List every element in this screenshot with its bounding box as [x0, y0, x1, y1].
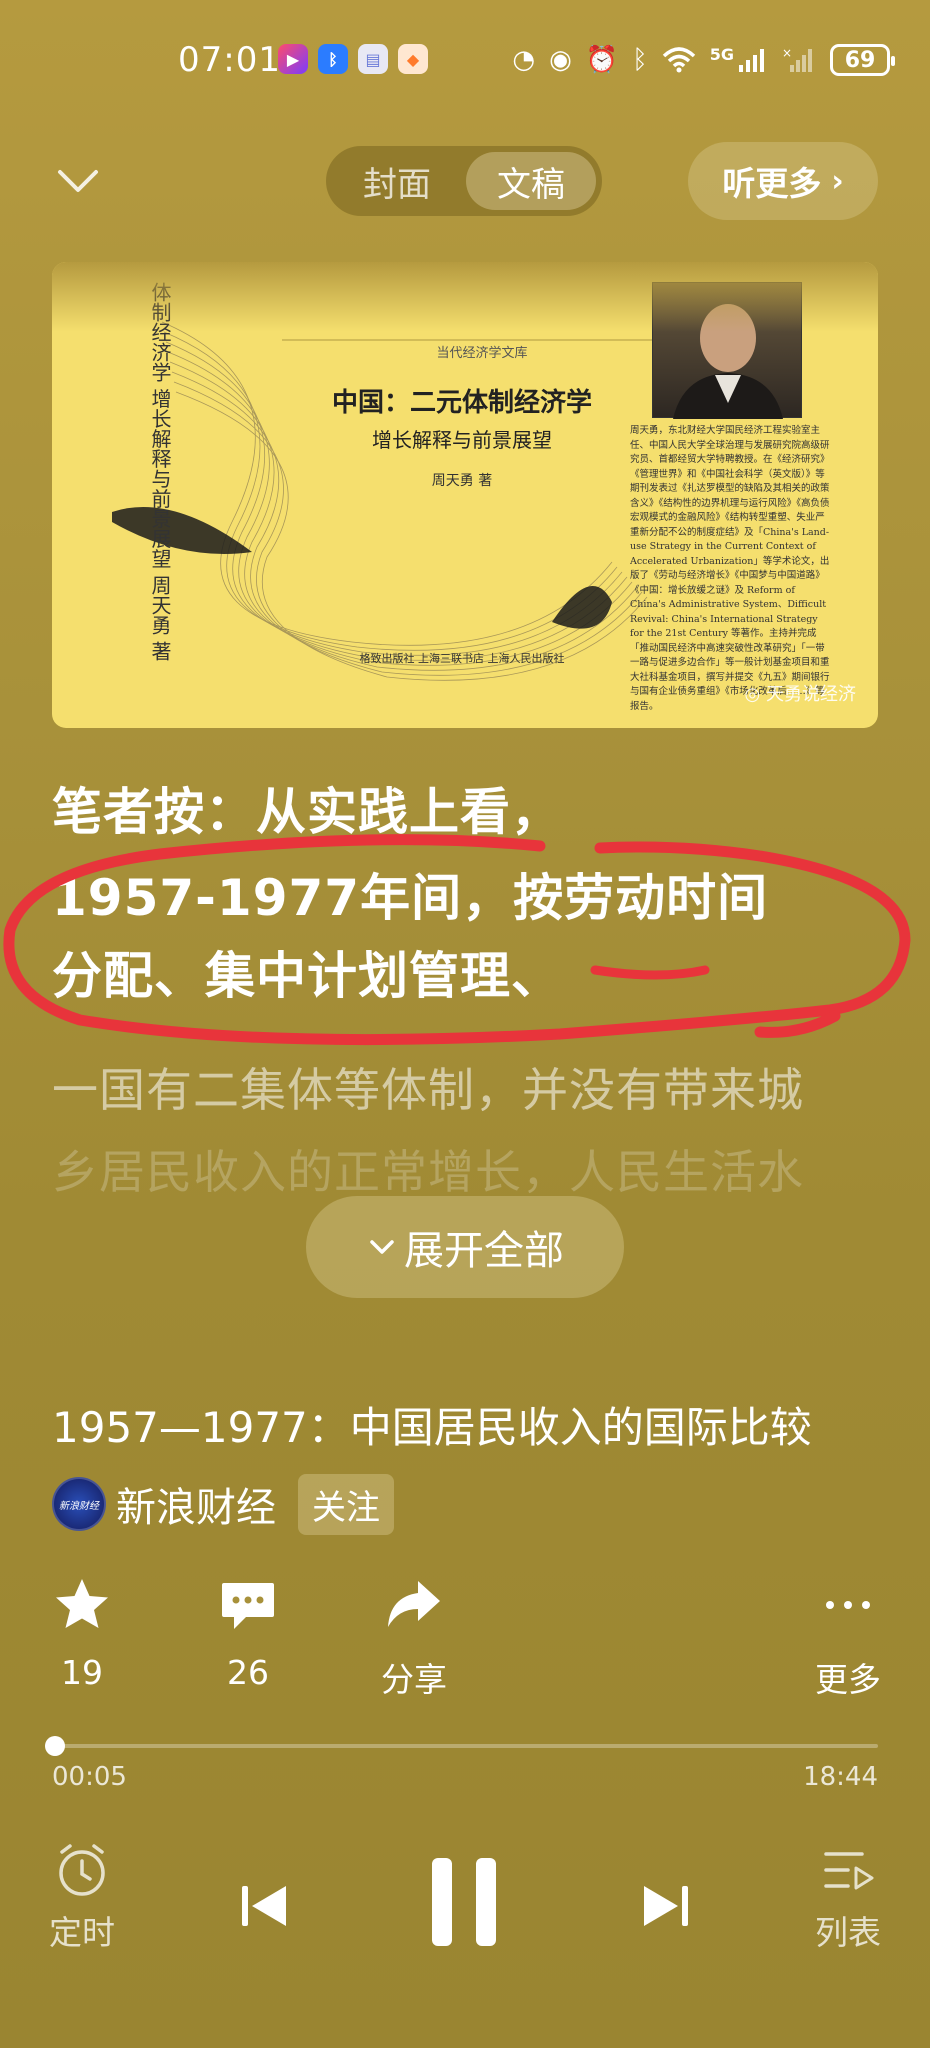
sim-icon: ▤: [358, 44, 388, 74]
screen-record-icon: ▶: [278, 44, 308, 74]
cover-book-subtitle: 增长解释与前景展望: [372, 428, 552, 452]
chevron-right-icon: ›: [831, 163, 844, 199]
tab-cover[interactable]: 封面: [332, 152, 462, 210]
source-avatar[interactable]: 新浪财经: [52, 1477, 106, 1531]
cover-top-fade: [52, 262, 878, 332]
action-row: 19 26 分享 更多: [0, 1575, 930, 1699]
share-label: 分享: [381, 1660, 447, 1699]
episode-title: 1957—1977：中国居民收入的国际比较: [52, 1403, 812, 1452]
alarm-icon: ⏰: [585, 45, 619, 75]
article-line-2: 1957-1977年间，按劳动时间: [52, 869, 769, 927]
timer-label: 定时: [49, 1913, 115, 1952]
expand-all-button[interactable]: 展开全部: [306, 1196, 624, 1298]
eye-icon: ◉: [549, 45, 572, 75]
comment-count: 26: [227, 1653, 269, 1692]
listen-more-label: 听更多: [722, 164, 822, 203]
chevron-down-icon: [370, 1240, 394, 1254]
comment-icon: [222, 1583, 274, 1629]
status-icons: ◔ ◉ ⏰ ᛒ 5G × 69: [512, 40, 895, 80]
like-count: 19: [61, 1653, 103, 1692]
collapse-chevron-icon[interactable]: [56, 160, 100, 204]
listen-more-button[interactable]: 听更多 ›: [688, 142, 878, 220]
timer-button[interactable]: 定时: [46, 1840, 118, 1954]
cover-book-author: 周天勇 著: [431, 473, 493, 489]
cover-spine-text: 体制经济学 增长解释与前景展望 周天勇 著: [148, 282, 172, 662]
share-button[interactable]: 分享: [354, 1575, 474, 1701]
pause-icon[interactable]: [428, 1856, 500, 1948]
cover-book-title: 中国：二元体制经济学: [331, 388, 592, 418]
progress-knob[interactable]: [45, 1736, 66, 1756]
source-row: 新浪财经 新浪财经 关注: [52, 1473, 394, 1535]
previous-track-icon[interactable]: [238, 1880, 290, 1932]
signal-icon: [739, 49, 764, 72]
cover-series: 当代经济学文库: [436, 346, 528, 361]
article-line-5: 乡居民收入的正常增长，人民生活水: [52, 1145, 804, 1199]
player-controls: 定时 列表: [0, 1840, 930, 1980]
more-label: 更多: [815, 1660, 881, 1699]
watermark: ◎ 天勇说经济: [745, 680, 856, 706]
bluetooth-app-icon: ᛒ: [318, 44, 348, 74]
follow-button[interactable]: 关注: [298, 1473, 394, 1535]
playlist-icon: [824, 1852, 874, 1890]
like-button[interactable]: 19: [22, 1575, 142, 1692]
view-toggle: 封面 文稿: [326, 146, 602, 216]
status-time: 07:01: [178, 40, 281, 80]
expand-all-label: 展开全部: [404, 1228, 564, 1274]
bluetooth-icon: ᛒ: [632, 45, 648, 75]
battery-indicator: 69: [830, 44, 895, 76]
playlist-label: 列表: [815, 1913, 881, 1952]
share-icon: [388, 1581, 440, 1627]
playlist-button[interactable]: 列表: [812, 1840, 884, 1954]
status-bar: 07:01 ▶ ᛒ ▤ ◆ ◔ ◉ ⏰ ᛒ 5G × 69: [0, 40, 930, 80]
next-track-icon[interactable]: [640, 1880, 692, 1932]
article-line-4: 一国有二集体等体制，并没有带来城: [52, 1063, 804, 1117]
star-icon: [56, 1579, 108, 1628]
wechat-icon: ◎: [744, 684, 761, 705]
comment-button[interactable]: 26: [188, 1575, 308, 1692]
current-time: 00:05: [52, 1762, 127, 1792]
cover-image: 体制经济学 增长解释与前景展望 周天勇 著 当代经济学文库 中国：二元体制经济学…: [52, 262, 878, 728]
alarm-clock-icon: [59, 1844, 105, 1896]
svg-text:×: ×: [782, 47, 792, 60]
author-bio: 周天勇，东北财经大学国民经济工程实验室主任、中国人民大学全球治理与发展研究院高级…: [630, 425, 830, 712]
tab-transcript[interactable]: 文稿: [466, 152, 596, 210]
cover-publisher: 格致出版社 上海三联书店 上海人民出版社: [359, 652, 565, 665]
article-line-3: 分配、集中计划管理、: [52, 947, 562, 1005]
speed-icon: ◔: [512, 45, 536, 75]
watermark-text: 天勇说经济: [766, 684, 856, 705]
network-type: 5G: [709, 44, 734, 64]
article-line-1: 笔者按：从实践上看，: [52, 783, 562, 841]
shield-app-icon: ◆: [398, 44, 428, 74]
more-button[interactable]: 更多: [788, 1575, 908, 1701]
battery-level: 69: [844, 47, 876, 73]
source-avatar-text: 新浪财经: [59, 1500, 99, 1512]
total-time: 18:44: [803, 1762, 878, 1792]
signal-2-icon: ×: [782, 47, 812, 72]
wifi-icon: [662, 47, 695, 73]
more-dots-icon: [826, 1601, 870, 1609]
progress-bar[interactable]: [45, 1736, 878, 1756]
source-name[interactable]: 新浪财经: [116, 1475, 276, 1533]
